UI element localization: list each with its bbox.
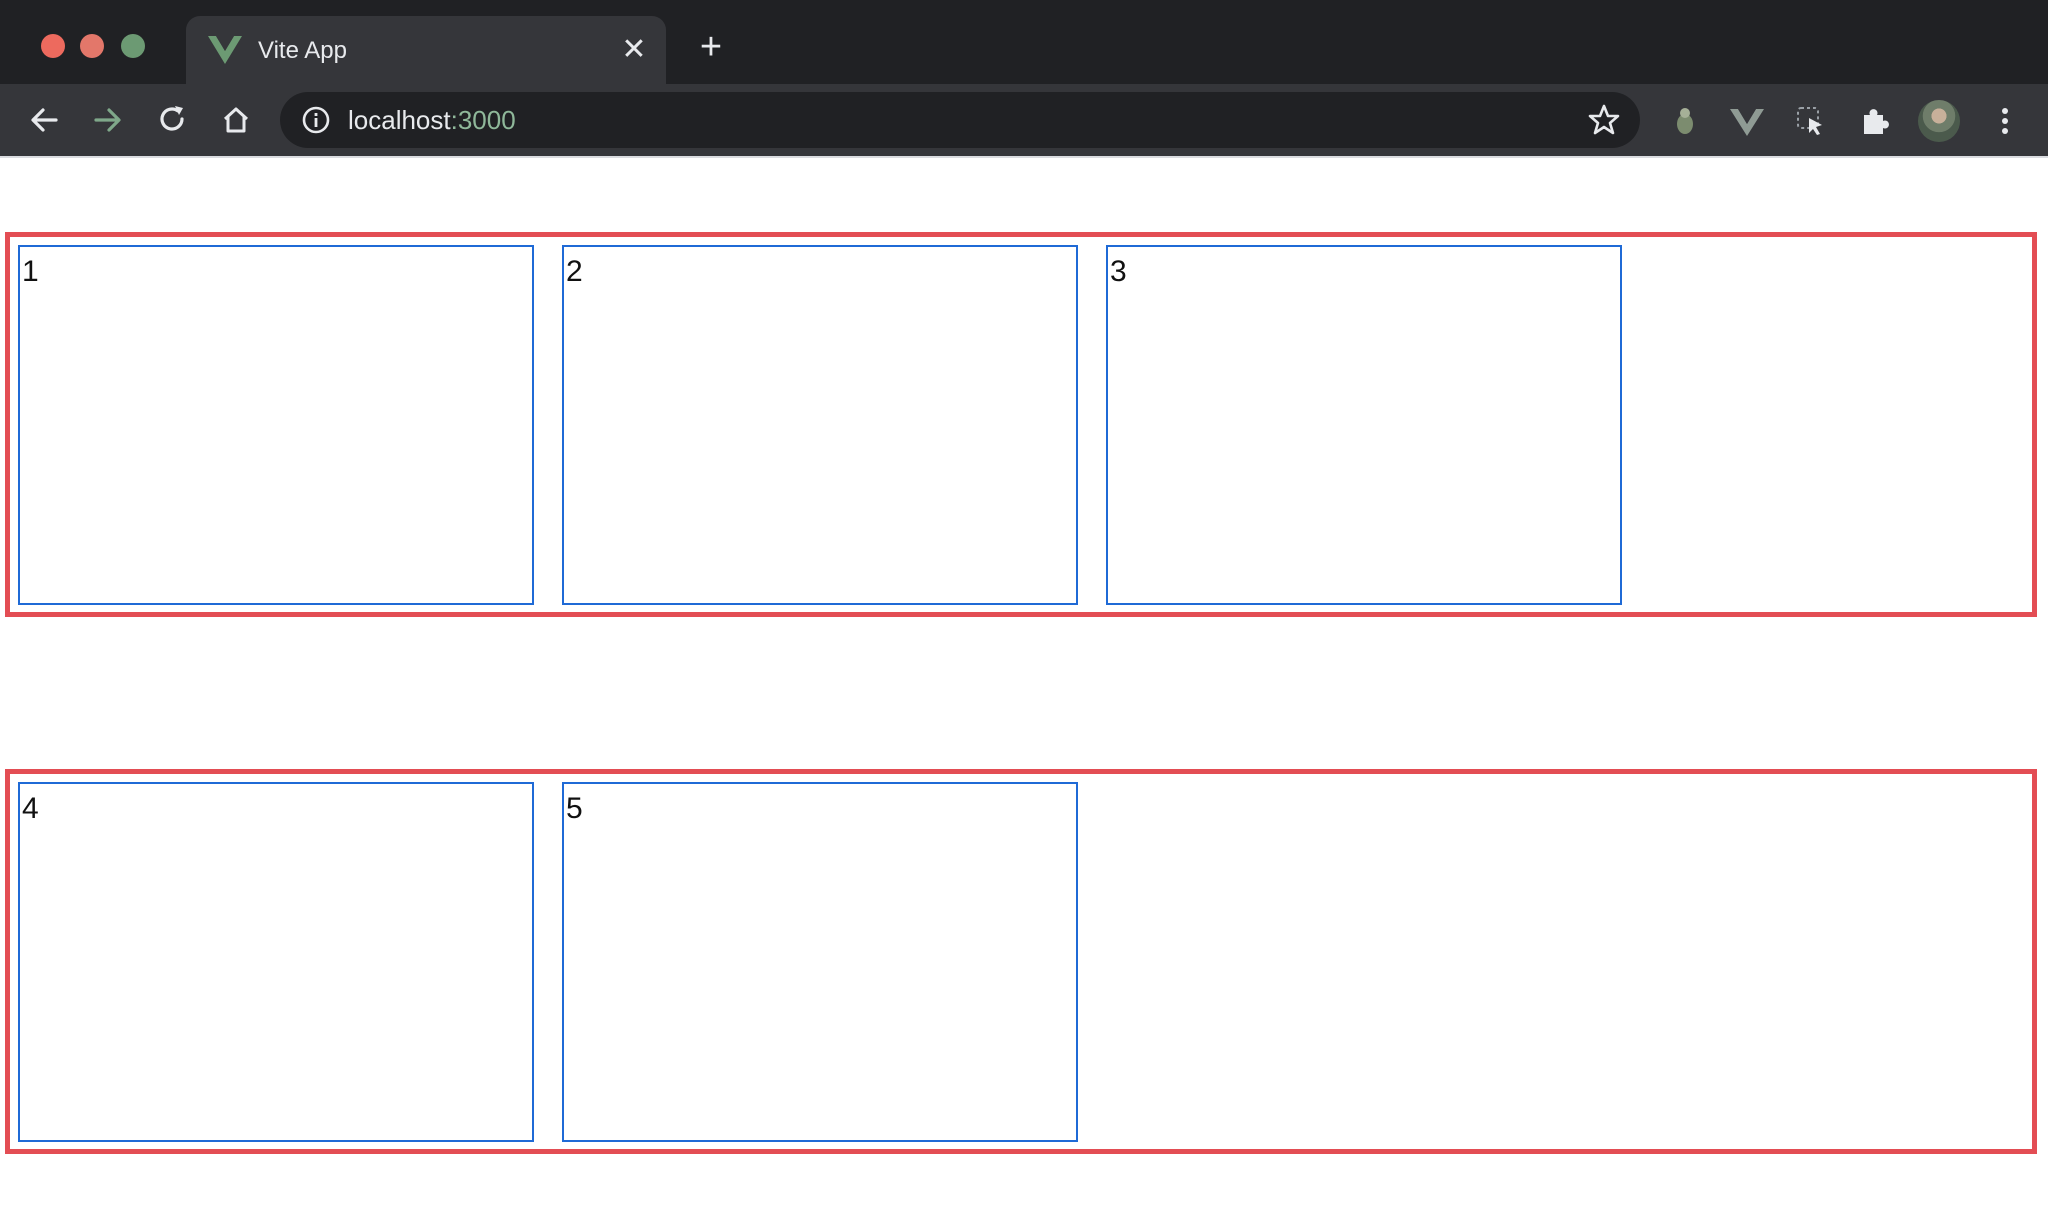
close-window-button[interactable] xyxy=(41,34,65,58)
card-4: 4 xyxy=(18,782,534,1142)
page-viewport: 1 2 3 4 5 xyxy=(0,158,2048,1230)
vue-logo-icon xyxy=(208,34,242,66)
address-bar[interactable]: localhost:3000 xyxy=(280,92,1640,148)
card-1: 1 xyxy=(18,245,534,605)
url-port: :3000 xyxy=(450,105,516,135)
new-tab-button[interactable]: + xyxy=(694,28,728,66)
card-number: 2 xyxy=(566,255,583,288)
back-arrow-icon[interactable] xyxy=(26,102,62,138)
site-info-icon[interactable] xyxy=(300,104,332,136)
reload-icon[interactable] xyxy=(154,102,190,138)
active-browser-tab[interactable]: Vite App ✕ xyxy=(186,16,666,84)
more-menu-icon[interactable] xyxy=(1988,104,2022,138)
card-5: 5 xyxy=(562,782,1078,1142)
url-host: localhost xyxy=(348,105,451,135)
browser-toolbar: localhost:3000 xyxy=(0,84,2048,156)
extension-icon[interactable] xyxy=(1668,104,1702,138)
home-icon[interactable] xyxy=(218,102,254,138)
tab-title: Vite App xyxy=(258,37,347,64)
profile-avatar[interactable] xyxy=(1918,100,1960,142)
maximize-window-button[interactable] xyxy=(121,34,145,58)
card-number: 3 xyxy=(1110,255,1127,288)
card-3: 3 xyxy=(1106,245,1622,605)
card-row-2: 4 5 xyxy=(5,769,2037,1154)
card-row-1: 1 2 3 xyxy=(5,232,2037,617)
puzzle-extensions-icon[interactable] xyxy=(1858,104,1892,138)
minimize-window-button[interactable] xyxy=(80,34,104,58)
close-tab-icon[interactable]: ✕ xyxy=(620,35,648,65)
bookmark-star-icon[interactable] xyxy=(1586,102,1622,138)
address-url: localhost:3000 xyxy=(348,105,516,135)
card-number: 4 xyxy=(22,792,39,825)
vue-devtools-icon[interactable] xyxy=(1730,104,1764,138)
browser-tab-strip: Vite App ✕ + xyxy=(0,0,2048,84)
element-picker-icon[interactable] xyxy=(1794,104,1828,138)
card-2: 2 xyxy=(562,245,1078,605)
card-number: 5 xyxy=(566,792,583,825)
forward-arrow-icon[interactable] xyxy=(90,102,126,138)
card-number: 1 xyxy=(22,255,39,288)
